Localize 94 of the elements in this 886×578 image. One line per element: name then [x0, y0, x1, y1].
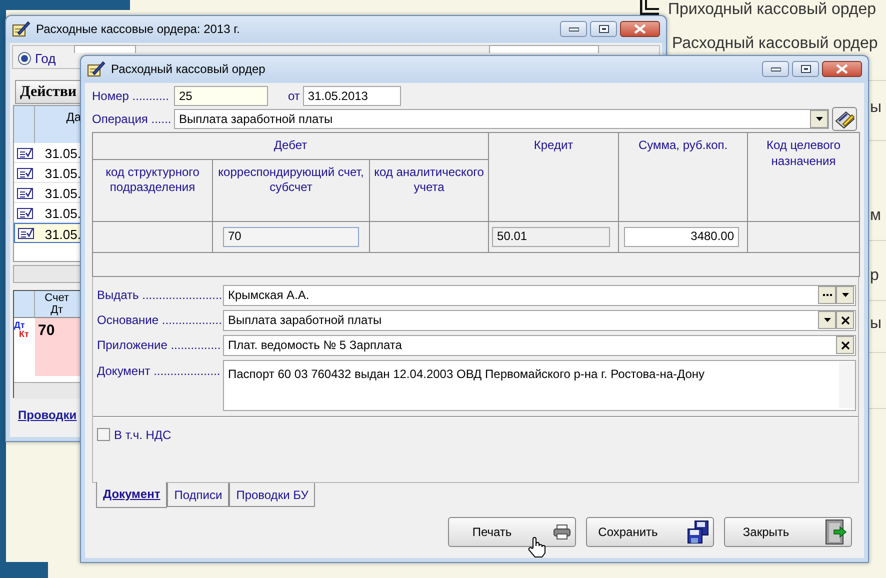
dropdown-button[interactable]: [818, 311, 836, 330]
checkbox-option[interactable]: В т.ч. НДС: [97, 426, 856, 444]
scrollbar[interactable]: [839, 362, 855, 408]
print-button[interactable]: Печать: [448, 516, 576, 547]
window-title: Расходный кассовый ордер: [111, 61, 266, 78]
account-field[interactable]: 70: [223, 226, 359, 247]
dropdown-button[interactable]: [836, 286, 854, 304]
filter-field[interactable]: [489, 45, 599, 53]
credit-field[interactable]: 50.01: [492, 226, 610, 247]
close-button[interactable]: [822, 61, 862, 77]
document-check-icon: [16, 166, 32, 178]
date-cell-text: 31.05.: [44, 145, 81, 162]
year-field[interactable]: [74, 45, 136, 53]
hand-cursor-icon: [528, 536, 546, 558]
date-field[interactable]: 31.05.2013: [302, 86, 401, 106]
close-icon: [634, 24, 646, 34]
door-exit-icon: [825, 518, 847, 545]
column-header: код структурного подразделения: [92, 159, 212, 222]
notebook-pencil-icon: [87, 61, 105, 77]
debit-mark: Дт: [14, 321, 26, 330]
menu-item[interactable]: Расходный кассовый ордер: [672, 35, 878, 53]
operation-combo[interactable]: Выплата заработной платы: [174, 109, 829, 129]
tab[interactable]: Проводки БУ: [229, 482, 316, 507]
document-check-icon: [16, 186, 32, 198]
radio-option[interactable]: Год: [18, 49, 56, 68]
field-label: от: [288, 88, 300, 105]
document-pencil-icon: [834, 109, 856, 129]
field-label: Приложение ...............: [97, 337, 222, 354]
maximize-icon: [800, 65, 810, 73]
minimize-icon: [568, 26, 578, 32]
window-title: Расходные кассовые ордера: 2013 г.: [36, 21, 240, 38]
column-header: Сумма, руб.коп.: [618, 132, 748, 222]
floppy-disks-icon: [687, 520, 709, 544]
actions-button[interactable]: Действи: [15, 80, 81, 104]
document-check-icon: [16, 206, 32, 218]
maximize-icon: [598, 25, 608, 33]
save-button[interactable]: Сохранить: [586, 516, 714, 547]
field-label: Выдать .........................: [97, 287, 223, 304]
close-icon: [836, 64, 848, 74]
printer-icon: [553, 524, 571, 540]
operation-action-button[interactable]: [832, 107, 857, 131]
field-label: Документ ....................: [97, 362, 222, 380]
ellipsis-button[interactable]: [818, 286, 836, 304]
menu-item[interactable]: Приходный кассовый ордер: [668, 1, 876, 19]
field-label: Номер ...........: [92, 88, 170, 105]
entries-link[interactable]: Проводки: [18, 406, 77, 424]
text-fragment: р: [870, 266, 879, 286]
date-cell-text: 31.05.: [44, 165, 81, 182]
recipient-combo[interactable]: Крымская А.А.: [223, 284, 856, 306]
column-header: Код целевого назначения: [748, 132, 860, 222]
date-cell-text: 31.05.: [44, 205, 81, 222]
maximize-button[interactable]: [792, 61, 819, 77]
clear-button[interactable]: [836, 311, 854, 330]
tab[interactable]: Документ: [96, 482, 168, 508]
document-check-icon: [16, 146, 32, 158]
minimize-button[interactable]: [560, 21, 587, 37]
text-fragment: ы: [870, 98, 882, 118]
tab[interactable]: Подписи: [167, 482, 230, 507]
dropdown-icon: [824, 318, 830, 322]
clear-icon: [840, 316, 850, 325]
credit-mark: Кт: [19, 330, 30, 339]
scrollbar[interactable]: [13, 265, 81, 283]
column-header: Кредит: [488, 132, 619, 222]
scrollbar[interactable]: [14, 382, 81, 399]
text-fragment: м: [870, 206, 881, 226]
attachment-field[interactable]: Плат. ведомость № 5 Зарплата: [223, 334, 856, 356]
column-header: корреспондирующий счет, субсчет: [212, 159, 370, 222]
dropdown-icon: [842, 293, 848, 298]
field-label: Операция ......: [92, 111, 172, 128]
basis-combo[interactable]: Выплата заработной платы: [223, 310, 856, 331]
dropdown-button[interactable]: [810, 110, 828, 128]
ellipsis-icon: [822, 294, 832, 296]
document-memo[interactable]: Паспорт 60 03 760432 выдан 12.04.2003 ОВД Первомайского р-на г. Ростова-на-Дону: [223, 360, 856, 411]
clear-icon: [840, 340, 850, 350]
amount-field[interactable]: 3480.00: [624, 226, 740, 247]
field-label: Основание ..................: [97, 312, 223, 330]
maximize-button[interactable]: [590, 21, 617, 37]
document-check-icon: [18, 227, 34, 239]
dropdown-icon: [816, 117, 822, 121]
notebook-pencil-icon: [12, 21, 30, 37]
close-button[interactable]: Закрыть: [724, 516, 852, 547]
column-header: Дебет: [92, 132, 489, 160]
close-button[interactable]: [620, 21, 660, 37]
selected-row[interactable]: 31.05.: [14, 223, 81, 243]
account-cell: 70: [35, 318, 81, 376]
column-header: Счет Дт: [44, 291, 70, 317]
column-header: Да: [65, 109, 81, 126]
clear-button[interactable]: [836, 336, 854, 354]
date-cell-text: 31.05.: [44, 185, 81, 202]
minimize-button[interactable]: [762, 61, 789, 77]
text-fragment: ы: [870, 314, 882, 334]
date-cell-text: 31.05.: [44, 226, 81, 242]
number-field[interactable]: 25: [174, 86, 268, 106]
minimize-icon: [770, 66, 780, 72]
